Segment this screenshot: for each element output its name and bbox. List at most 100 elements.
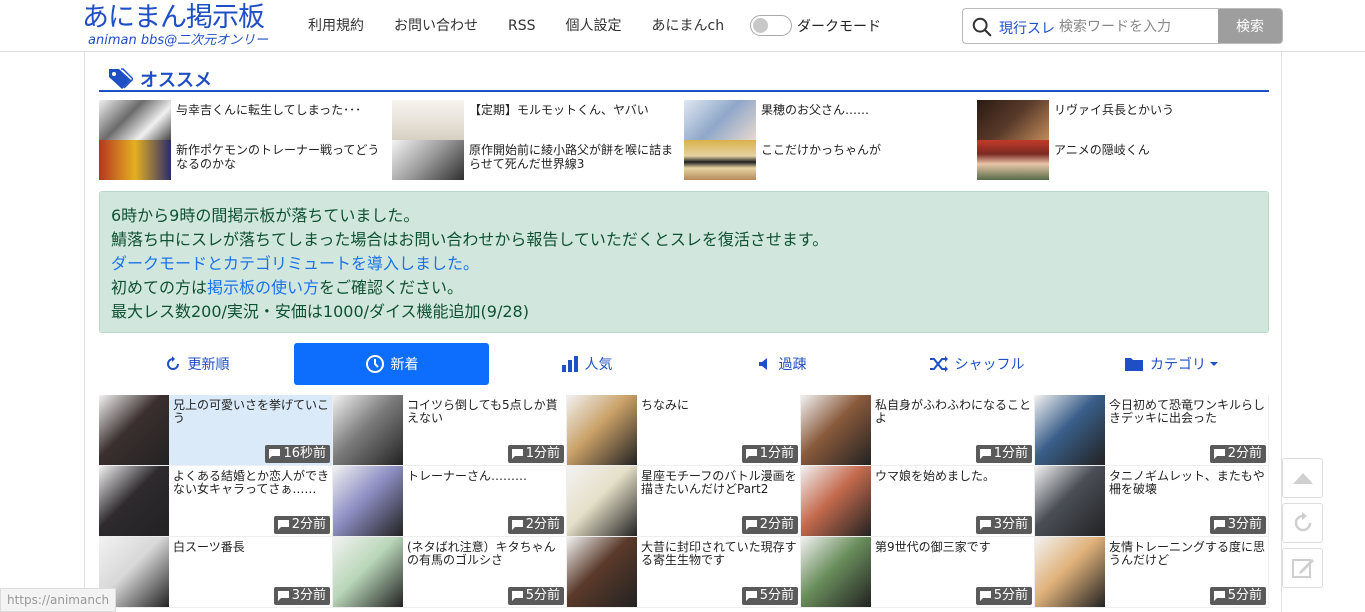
recommend-thumbnail (977, 100, 1049, 140)
thread-title: 第9世代の御三家です (875, 540, 991, 554)
thread-title: 兄上の可愛いさを挙げていこう (173, 398, 330, 425)
refresh-icon (166, 356, 179, 370)
recommend-thumbnail (392, 140, 464, 180)
tag-icon (109, 68, 133, 89)
comment-icon (1213, 449, 1225, 459)
thread-title: よくある結婚とか恋人ができない女キャラってさぁ…… (173, 469, 330, 496)
recommend-item[interactable]: アニメの隠岐くん (977, 140, 1267, 180)
announcement-dark-mode-link[interactable]: ダークモードとカテゴリミュートを導入しました。 (111, 254, 479, 273)
thread-thumbnail (1035, 395, 1105, 465)
thread-title: (ネタばれ注意）キタちゃんの有馬のゴルシさ (407, 540, 556, 567)
thread-card[interactable]: 大昔に封印されていた現存する寄生生物です 5分前 (567, 537, 801, 608)
thread-card[interactable]: 星座モチーフのバトル漫画を描きたいんだけどPart2 2分前 (567, 466, 801, 537)
thread-card[interactable]: 私自身がふわふわになることよ 1分前 (801, 395, 1035, 466)
recommend-item[interactable]: ここだけかっちゃんが (684, 140, 974, 180)
thread-thumbnail (801, 395, 871, 465)
thread-card[interactable]: 今日初めて恐竜ワンキルらしきデッキに出会った 2分前 (1035, 395, 1269, 466)
recommend-thumbnail (99, 140, 171, 180)
thread-card[interactable]: ちなみに 1分前 (567, 395, 801, 466)
thread-card[interactable]: 友情トレーニングする度に思うんだけど 5分前 (1035, 537, 1269, 608)
recommend-title: 原作開始前に綾小路父が餅を喉に詰まらせて死んだ世界線3 (469, 143, 674, 171)
tab-popular[interactable]: 人気 (489, 343, 684, 385)
thread-thumbnail (567, 395, 637, 465)
search-scope-select[interactable]: 現行スレ (999, 18, 1055, 38)
recommend-title: リヴァイ兵長とかいう (1054, 103, 1175, 117)
thread-time-badge: 16秒前 (265, 445, 330, 463)
site-logo-subtitle: animan bbs@二次元オンリー (88, 33, 269, 48)
site-logo[interactable]: あにまん掲示板 animan bbs@二次元オンリー (82, 2, 287, 50)
recommend-item[interactable]: 果穂のお父さん…… (684, 100, 974, 140)
recommend-title: アニメの隠岐くん (1054, 143, 1150, 157)
tab-updated[interactable]: 更新順 (99, 343, 294, 385)
thread-time: 1分前 (993, 446, 1028, 461)
thread-card[interactable]: 第9世代の御三家です 5分前 (801, 537, 1035, 608)
thread-time: 16秒前 (283, 446, 326, 461)
tab-shuffle[interactable]: シャッフル (879, 343, 1074, 385)
thread-card[interactable]: (ネタばれ注意）キタちゃんの有馬のゴルシさ 5分前 (333, 537, 567, 608)
how-to-use-link[interactable]: 掲示板の使い方 (207, 278, 319, 297)
nav-settings-link[interactable]: 個人設定 (566, 16, 622, 36)
recommend-item[interactable]: リヴァイ兵長とかいう (977, 100, 1267, 140)
dark-mode-switch[interactable]: ダークモード (750, 15, 881, 36)
thread-card[interactable]: トレーナーさん……… 2分前 (333, 466, 567, 537)
thread-title: 白スーツ番長 (173, 540, 245, 554)
thread-card[interactable]: よくある結婚とか恋人ができない女キャラってさぁ…… 2分前 (99, 466, 333, 537)
recommend-grid: 与幸吉くんに転生してしまった･･･ 【定期】モルモットくん、ヤバい 果穂のお父さ… (99, 100, 1269, 182)
thread-title: 星座モチーフのバトル漫画を描きたいんだけどPart2 (641, 469, 797, 496)
thread-card[interactable]: 白スーツ番長 3分前 (99, 537, 333, 608)
tab-new[interactable]: 新着 (294, 343, 489, 385)
thread-time: 2分前 (759, 517, 794, 532)
thread-time-badge: 5分前 (741, 587, 798, 605)
thread-thumbnail (567, 537, 637, 607)
thread-title: 友情トレーニングする度に思うんだけど (1109, 540, 1266, 567)
recommend-item[interactable]: 【定期】モルモットくん、ヤバい (392, 100, 682, 140)
recommend-title: 新作ポケモンのトレーナー戦ってどうなるのかな (176, 143, 380, 171)
thread-title: ちなみに (641, 398, 690, 412)
thread-card[interactable]: コイツら倒しても5点しか貰えない 1分前 (333, 395, 567, 466)
nav-terms-link[interactable]: 利用規約 (308, 16, 364, 36)
thread-card[interactable]: 兄上の可愛いさを挙げていこう 16秒前 (99, 395, 333, 466)
recommend-title: オススメ (140, 70, 212, 91)
thread-time-badge: 3分前 (975, 516, 1032, 534)
thread-grid: 兄上の可愛いさを挙げていこう 16秒前 コイツら倒しても5点しか貰えない 1分前 ちなみ… (99, 395, 1269, 612)
recommend-item[interactable]: 新作ポケモンのトレーナー戦ってどうなるのかな (99, 140, 389, 180)
bar-chart-icon (561, 356, 578, 372)
tab-label: 更新順 (187, 357, 230, 373)
thread-time: 3分前 (993, 517, 1028, 532)
arrow-up-icon (1292, 473, 1313, 484)
thread-card[interactable]: ウマ娘を始めました。 3分前 (801, 466, 1035, 537)
tab-category[interactable]: カテゴリ (1074, 343, 1269, 385)
comment-icon (511, 449, 523, 459)
dark-mode-toggle[interactable] (750, 15, 792, 36)
announcement-line: ダークモードとカテゴリミュートを導入しました。 (111, 252, 1257, 276)
reload-button[interactable] (1282, 503, 1323, 543)
comment-icon (511, 520, 523, 530)
thread-time: 2分前 (1227, 446, 1262, 461)
chevron-down-icon (1210, 362, 1218, 366)
nav-animanch-link[interactable]: あにまんch (652, 16, 725, 36)
nav-rss-link[interactable]: RSS (508, 16, 536, 36)
recommend-item[interactable]: 与幸吉くんに転生してしまった･･･ (99, 100, 389, 140)
search-bar: 現行スレ 検索 (962, 8, 1283, 44)
search-button[interactable]: 検索 (1218, 9, 1282, 43)
thread-time-badge: 2分前 (741, 516, 798, 534)
comment-icon (511, 591, 523, 601)
thread-time: 2分前 (291, 517, 326, 532)
comment-icon (1213, 591, 1225, 601)
thread-time-badge: 5分前 (1209, 587, 1266, 605)
search-input[interactable] (1059, 15, 1217, 39)
recommend-item[interactable]: 原作開始前に綾小路父が餅を喉に詰まらせて死んだ世界線3 (392, 140, 682, 180)
thread-card[interactable]: タニノギムレット、またもや柵を破壊 3分前 (1035, 466, 1269, 537)
announcement-line: 6時から9時の間掲示板が落ちていました。 (111, 206, 420, 225)
nav-contact-link[interactable]: お問い合わせ (394, 16, 478, 36)
comment-icon (277, 591, 289, 601)
thread-time: 5分前 (1227, 588, 1262, 603)
new-thread-button[interactable] (1282, 548, 1323, 588)
recommend-title: ここだけかっちゃんが (761, 143, 882, 157)
comment-icon (277, 520, 289, 530)
thread-time-badge: 2分前 (1209, 445, 1266, 463)
scroll-top-button[interactable] (1282, 458, 1323, 498)
tab-label: 過疎 (778, 357, 807, 373)
recommend-thumbnail (99, 100, 171, 140)
tab-sparse[interactable]: 過疎 (684, 343, 879, 385)
